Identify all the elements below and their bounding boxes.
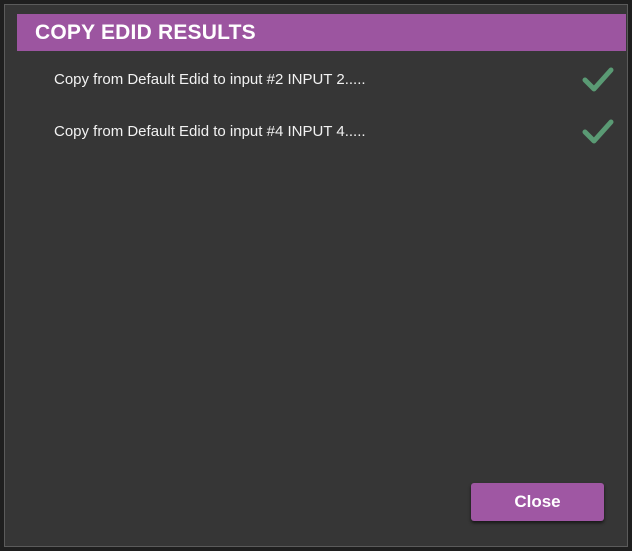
close-button[interactable]: Close [471,483,604,521]
dialog-header: COPY EDID RESULTS [17,14,626,51]
close-button-label: Close [514,492,561,511]
result-text: Copy from Default Edid to input #4 INPUT… [54,123,366,140]
result-text: Copy from Default Edid to input #2 INPUT… [54,71,366,88]
check-icon [582,67,614,92]
result-row: Copy from Default Edid to input #4 INPUT… [54,113,614,165]
results-list: Copy from Default Edid to input #2 INPUT… [54,61,614,165]
result-row: Copy from Default Edid to input #2 INPUT… [54,61,614,113]
check-icon [582,119,614,144]
copy-edid-results-dialog: COPY EDID RESULTS Copy from Default Edid… [4,4,628,547]
dialog-title: COPY EDID RESULTS [35,20,256,44]
